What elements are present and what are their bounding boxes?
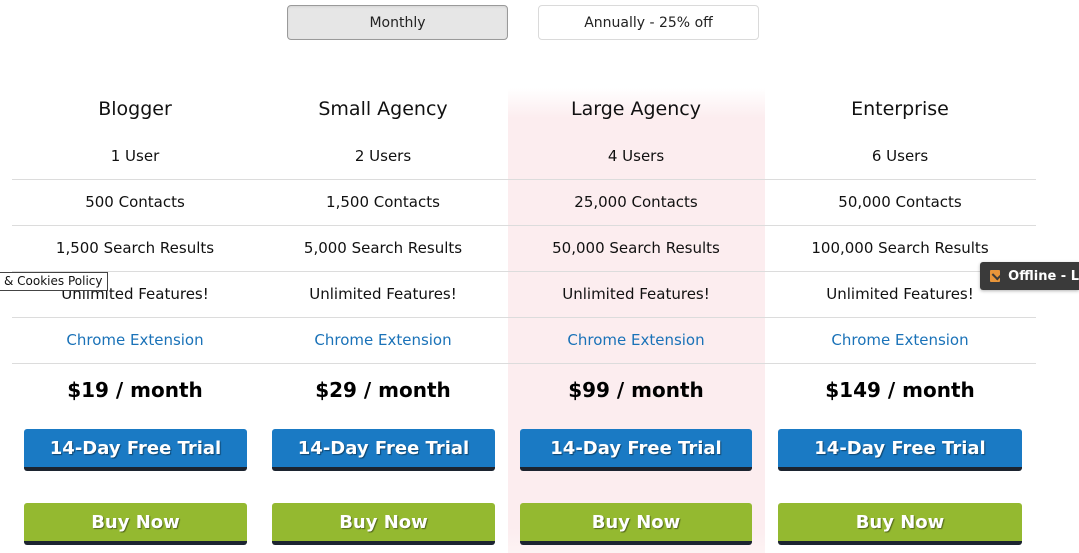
chrome-extension-link[interactable]: Chrome Extension <box>66 331 203 349</box>
buy-now-button[interactable]: Buy Now <box>520 503 752 545</box>
row-divider <box>12 271 1036 272</box>
monthly-toggle-button[interactable]: Monthly <box>287 5 508 40</box>
free-trial-button[interactable]: 14-Day Free Trial <box>272 429 495 471</box>
chrome-extension-link[interactable]: Chrome Extension <box>567 331 704 349</box>
chrome-extension-link[interactable]: Chrome Extension <box>314 331 451 349</box>
plan-price: $19 / month <box>67 378 203 402</box>
plan-users: 2 Users <box>354 147 412 165</box>
plan-price: $149 / month <box>825 378 975 402</box>
row-divider <box>12 363 1036 364</box>
plan-contacts: 1,500 Contacts <box>326 193 440 211</box>
plan-features: Unlimited Features! <box>826 285 974 303</box>
plan-price: $99 / month <box>568 378 704 402</box>
plan-users: 1 User <box>110 147 160 165</box>
plan-contacts: 500 Contacts <box>85 193 185 211</box>
chat-widget[interactable]: Offline - L <box>980 262 1079 290</box>
envelope-icon <box>990 270 1001 282</box>
free-trial-button[interactable]: 14-Day Free Trial <box>520 429 752 471</box>
free-trial-button[interactable]: 14-Day Free Trial <box>778 429 1022 471</box>
plan-search-results: 100,000 Search Results <box>811 239 989 257</box>
plan-search-results: 1,500 Search Results <box>55 239 215 257</box>
buy-now-button[interactable]: Buy Now <box>24 503 247 545</box>
plan-name: Large Agency <box>571 98 701 120</box>
free-trial-button[interactable]: 14-Day Free Trial <box>24 429 247 471</box>
chat-status-label: Offline - L <box>1008 268 1079 284</box>
plan-name: Enterprise <box>851 98 949 120</box>
plan-features: Unlimited Features! <box>309 285 457 303</box>
plan-contacts: 25,000 Contacts <box>574 193 698 211</box>
row-divider <box>12 317 1036 318</box>
plan-users: 6 Users <box>871 147 929 165</box>
plan-price: $29 / month <box>315 378 451 402</box>
annual-toggle-button[interactable]: Annually - 25% off <box>538 5 759 40</box>
plan-search-results: 5,000 Search Results <box>303 239 463 257</box>
plan-contacts: 50,000 Contacts <box>838 193 962 211</box>
row-divider <box>12 225 1036 226</box>
cookies-policy-link[interactable]: & Cookies Policy <box>0 272 108 291</box>
row-divider <box>12 179 1036 180</box>
chrome-extension-link[interactable]: Chrome Extension <box>831 331 968 349</box>
buy-now-button[interactable]: Buy Now <box>272 503 495 545</box>
plan-users: 4 Users <box>607 147 665 165</box>
plan-name: Blogger <box>98 98 172 120</box>
plan-features: Unlimited Features! <box>562 285 710 303</box>
plan-name: Small Agency <box>318 98 448 120</box>
buy-now-button[interactable]: Buy Now <box>778 503 1022 545</box>
plan-search-results: 50,000 Search Results <box>552 239 720 257</box>
